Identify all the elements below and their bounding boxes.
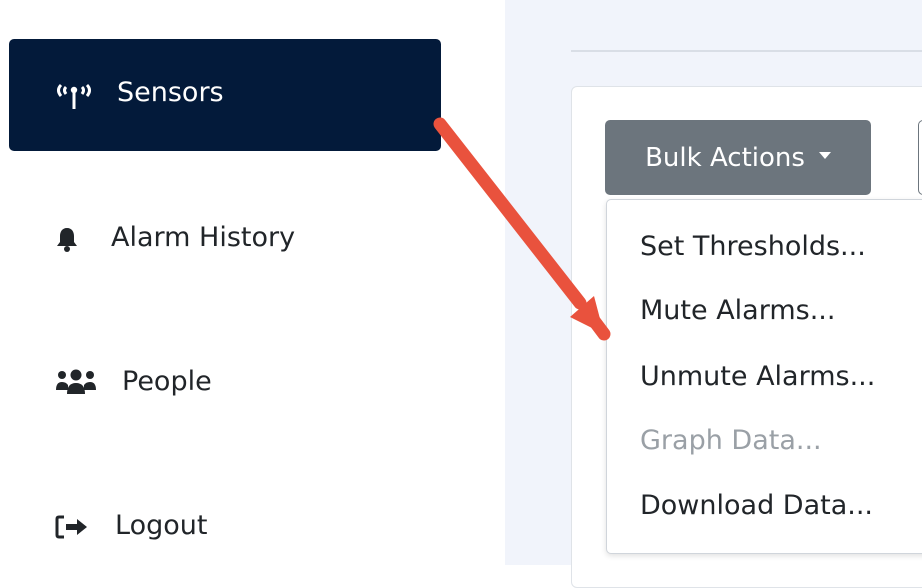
broadcast-tower-icon — [52, 81, 96, 109]
bulk-actions-menu: Set Thresholds... Mute Alarms... Unmute … — [606, 199, 922, 554]
sidebar-item-label: People — [122, 366, 212, 397]
caret-down-icon — [818, 152, 831, 159]
menu-item-graph-data: Graph Data... — [640, 425, 822, 456]
sidebar-item-label: Sensors — [117, 77, 224, 108]
sidebar-item-sensors[interactable]: Sensors — [9, 39, 441, 151]
sign-out-icon — [55, 514, 91, 540]
bulk-actions-label: Bulk Actions — [645, 142, 805, 173]
sidebar: Sensors Alarm History People Logout — [0, 0, 505, 565]
menu-item-set-thresholds[interactable]: Set Thresholds... — [640, 231, 866, 262]
users-icon — [55, 368, 97, 396]
menu-item-unmute-alarms[interactable]: Unmute Alarms... — [640, 361, 875, 392]
sidebar-item-label: Alarm History — [111, 222, 296, 253]
menu-item-mute-alarms[interactable]: Mute Alarms... — [640, 295, 835, 326]
bell-icon — [55, 226, 79, 254]
menu-item-download-data[interactable]: Download Data... — [640, 490, 873, 521]
divider — [571, 50, 922, 52]
sidebar-item-label: Logout — [115, 510, 208, 541]
bulk-actions-button[interactable]: Bulk Actions — [605, 120, 871, 195]
toolbar-next-button[interactable] — [918, 120, 922, 195]
